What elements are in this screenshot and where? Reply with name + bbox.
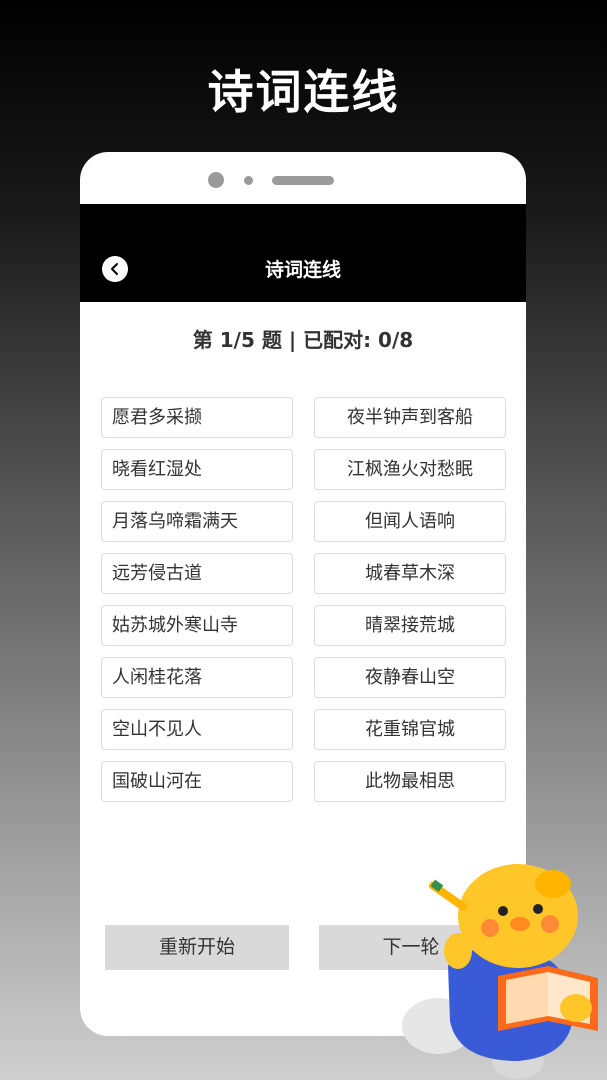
left-item[interactable]: 空山不见人: [101, 709, 293, 750]
sensor-dot: [244, 176, 253, 185]
promo-heading: 诗词连线: [207, 65, 400, 119]
right-item[interactable]: 此物最相思: [314, 761, 506, 802]
duck-mascot-illustration: [402, 864, 598, 1079]
right-item[interactable]: 城春草木深: [314, 553, 506, 594]
left-item[interactable]: 愿君多采撷: [101, 397, 293, 438]
right-item[interactable]: 夜静春山空: [314, 657, 506, 698]
left-item[interactable]: 姑苏城外寒山寺: [101, 605, 293, 646]
left-column: 愿君多采撷 晓看红湿处 月落乌啼霜满天 远芳侵古道 姑苏城外寒山寺 人闲桂花落 …: [101, 397, 293, 813]
app-bar: 诗词连线: [80, 204, 526, 302]
right-column: 夜半钟声到客船 江枫渔火对愁眠 但闻人语响 城春草木深 晴翠接荒城 夜静春山空 …: [314, 397, 506, 813]
phone-top-bezel: [80, 152, 526, 204]
speaker-slot: [272, 176, 334, 185]
right-item[interactable]: 但闻人语响: [314, 501, 506, 542]
right-item[interactable]: 花重锦官城: [314, 709, 506, 750]
right-item[interactable]: 夜半钟声到客船: [314, 397, 506, 438]
left-item[interactable]: 晓看红湿处: [101, 449, 293, 490]
left-item[interactable]: 月落乌啼霜满天: [101, 501, 293, 542]
progress-status: 第 1/5 题 | 已配对: 0/8: [192, 328, 414, 352]
right-item[interactable]: 江枫渔火对愁眠: [314, 449, 506, 490]
left-item[interactable]: 远芳侵古道: [101, 553, 293, 594]
restart-button[interactable]: 重新开始: [105, 925, 289, 970]
left-item[interactable]: 人闲桂花落: [101, 657, 293, 698]
right-item[interactable]: 晴翠接荒城: [314, 605, 506, 646]
left-item[interactable]: 国破山河在: [101, 761, 293, 802]
camera-dot: [208, 172, 224, 188]
app-bar-title: 诗词连线: [264, 259, 341, 281]
